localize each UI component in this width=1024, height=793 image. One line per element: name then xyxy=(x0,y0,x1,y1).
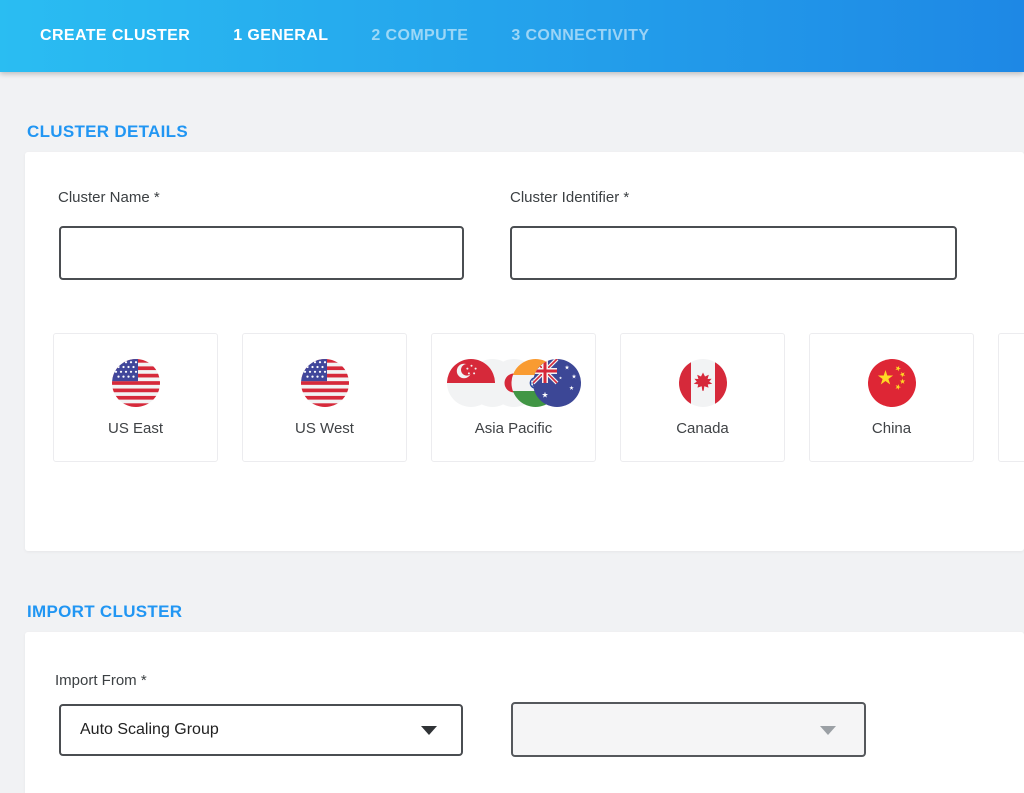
import-from-value: Auto Scaling Group xyxy=(80,721,219,739)
region-list: US East US West xyxy=(53,333,974,462)
create-cluster-screen: CREATE CLUSTER 1 GENERAL 2 COMPUTE 3 CON… xyxy=(0,0,1024,793)
us-flag-icon xyxy=(301,359,349,407)
import-cluster-card: Import From * Auto Scaling Group xyxy=(25,632,1024,793)
region-card-us-east[interactable]: US East xyxy=(53,333,218,462)
region-label: US West xyxy=(295,420,354,437)
chevron-down-icon xyxy=(820,726,836,735)
cluster-name-label: Cluster Name * xyxy=(58,189,160,206)
cluster-details-card: Cluster Name * Cluster Identifier * US E… xyxy=(25,152,1024,551)
tab-compute[interactable]: 2 COMPUTE xyxy=(371,27,468,45)
region-card-asia-pacific[interactable]: Asia Pacific xyxy=(431,333,596,462)
canada-flag-icon xyxy=(679,359,727,407)
region-label: US East xyxy=(108,420,163,437)
region-label: Canada xyxy=(676,420,729,437)
region-card-canada[interactable]: Canada xyxy=(620,333,785,462)
cluster-identifier-input[interactable] xyxy=(510,226,957,280)
region-label: Asia Pacific xyxy=(475,420,553,437)
us-flag-icon xyxy=(112,359,160,407)
region-card-china[interactable]: China xyxy=(809,333,974,462)
region-card-partial[interactable] xyxy=(998,333,1024,462)
import-cluster-heading: IMPORT CLUSTER xyxy=(27,602,182,622)
tab-connectivity[interactable]: 3 CONNECTIVITY xyxy=(511,27,649,45)
china-flag-icon xyxy=(868,359,916,407)
cluster-name-input[interactable] xyxy=(59,226,464,280)
cluster-details-heading: CLUSTER DETAILS xyxy=(27,122,188,142)
region-label: China xyxy=(872,420,911,437)
import-from-select[interactable]: Auto Scaling Group xyxy=(59,704,463,756)
tab-general[interactable]: 1 GENERAL xyxy=(233,27,328,45)
import-source-select[interactable] xyxy=(511,702,866,757)
chevron-down-icon xyxy=(421,726,437,735)
region-card-us-west[interactable]: US West xyxy=(242,333,407,462)
wizard-header: CREATE CLUSTER 1 GENERAL 2 COMPUTE 3 CON… xyxy=(0,0,1024,72)
page-title: CREATE CLUSTER xyxy=(40,27,190,45)
asia-pacific-flags-icon xyxy=(447,359,581,407)
import-from-label: Import From * xyxy=(55,672,147,689)
cluster-identifier-label: Cluster Identifier * xyxy=(510,189,629,206)
